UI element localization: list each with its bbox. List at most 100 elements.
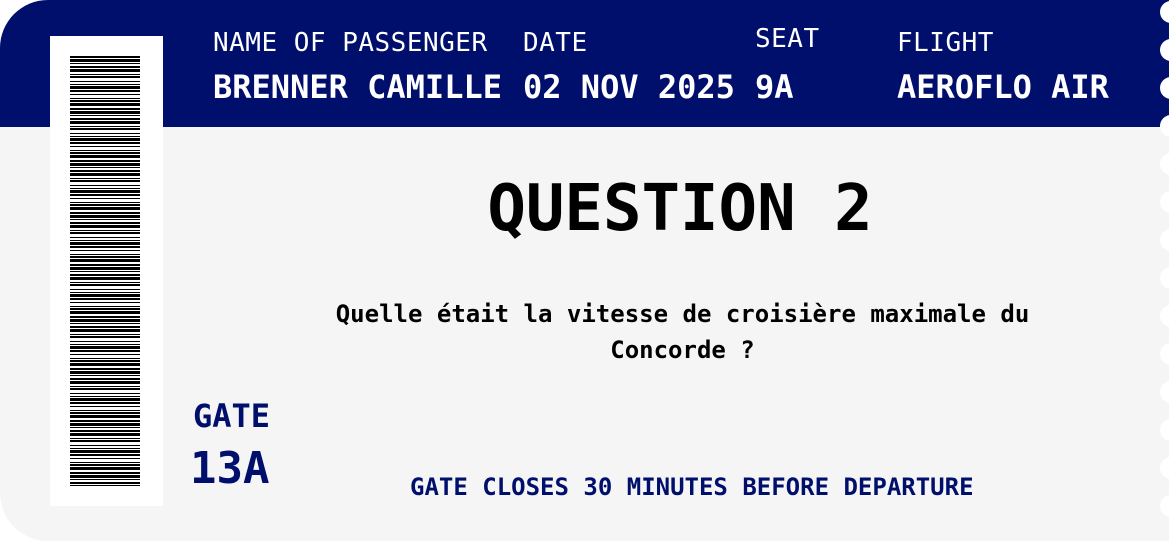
barcode-stripe <box>70 445 140 446</box>
barcode-stripe <box>70 406 140 407</box>
barcode-stripe <box>70 121 140 124</box>
barcode-stripe <box>70 378 140 380</box>
barcode-stripe <box>70 350 140 352</box>
barcode-stripe <box>70 63 140 64</box>
barcode-stripe <box>70 146 140 147</box>
barcode-stripe <box>70 86 140 89</box>
gate-value: 13A <box>190 443 270 494</box>
barcode-stripe <box>70 277 140 280</box>
gate-closing-notice: GATE CLOSES 30 MINUTES BEFORE DEPARTURE <box>410 473 974 501</box>
barcode-stripe <box>70 256 140 258</box>
barcode-stripe <box>70 479 140 480</box>
barcode-stripe <box>70 103 140 106</box>
barcode-stripe <box>70 482 140 484</box>
perforation-notch <box>1160 495 1169 517</box>
barcode-stripe <box>70 448 140 449</box>
barcode-stripe <box>70 311 140 314</box>
barcode-stripe <box>70 274 140 276</box>
question-text: Quelle était la vitesse de croisière max… <box>335 300 1030 364</box>
perforation-notch <box>1160 191 1169 213</box>
barcode-stripe <box>70 475 140 478</box>
flight-value: AEROFLO AIR <box>897 68 1109 106</box>
barcode-stripe <box>70 458 140 459</box>
gate-label: GATE <box>193 397 271 435</box>
barcode-stripe <box>70 188 140 189</box>
date-label: DATE <box>523 28 588 58</box>
barcode-stripe <box>70 254 140 255</box>
barcode-stripe <box>70 59 140 62</box>
barcode-stripe <box>70 152 140 154</box>
barcode-stripe <box>70 398 140 401</box>
barcode-stripe <box>70 259 140 262</box>
barcode-stripe <box>70 69 140 72</box>
ticket-header: NAME OF PASSENGER BRENNER CAMILLE DATE 0… <box>0 0 1169 127</box>
barcode-stripe <box>70 381 140 384</box>
barcode-stripe <box>70 138 140 141</box>
barcode-stripe <box>70 326 140 328</box>
barcode-stripe <box>70 204 140 206</box>
barcode-stripe <box>70 190 140 193</box>
barcode-stripe <box>70 194 140 196</box>
barcode-stripe <box>70 329 140 332</box>
barcode-stripe <box>70 430 140 432</box>
barcode-stripe <box>70 427 140 428</box>
perforation-notch <box>1160 153 1169 175</box>
barcode-stripe <box>70 454 140 456</box>
barcode-stripe <box>70 438 140 439</box>
barcode-stripe <box>70 316 140 318</box>
barcode-stripe <box>70 363 140 366</box>
barcode-stripe <box>70 56 140 58</box>
barcode-stripe <box>70 128 140 130</box>
perforation-notch <box>1160 381 1169 403</box>
barcode-stripe <box>70 358 140 359</box>
barcode-stripe <box>70 84 140 85</box>
barcode-stripe <box>70 433 140 436</box>
barcode-stripe <box>70 388 140 390</box>
barcode-stripe <box>70 74 140 75</box>
barcode-stripe <box>70 344 140 345</box>
barcode-stripe <box>70 292 140 293</box>
perforation-notch <box>1160 457 1169 479</box>
seat-value: 9A <box>755 68 794 106</box>
barcode-stripe <box>70 66 140 68</box>
barcode-stripe <box>70 386 140 387</box>
barcode-stripe <box>70 336 140 338</box>
barcode-stripe <box>70 250 140 251</box>
barcode-stripe <box>70 289 140 290</box>
barcode-stripe <box>70 163 140 166</box>
barcode-stripe <box>70 472 140 474</box>
barcode-stripe <box>70 282 140 283</box>
boarding-pass: NAME OF PASSENGER BRENNER CAMILLE DATE 0… <box>0 0 1169 541</box>
perforation-notch <box>1160 267 1169 289</box>
barcode-stripe <box>70 467 140 470</box>
barcode-stripe <box>70 115 140 116</box>
barcode-stripe <box>70 334 140 335</box>
barcode-stripe <box>70 219 140 220</box>
barcode-stripe <box>70 393 140 394</box>
barcode-stripe <box>70 230 140 231</box>
barcode-stripe <box>70 284 140 286</box>
barcode-stripe <box>70 410 140 411</box>
barcode-stripe <box>70 360 140 362</box>
barcode-stripe <box>70 264 140 266</box>
barcode-stripe <box>70 185 140 186</box>
barcode-stripe <box>70 420 140 422</box>
barcode-stripe <box>70 173 140 176</box>
barcode-stripe <box>70 126 140 127</box>
barcode-stripe <box>70 354 140 355</box>
barcode-stripe <box>70 142 140 144</box>
barcode-stripe <box>70 294 140 297</box>
barcode-stripe <box>70 375 140 376</box>
barcode-stripe <box>70 319 140 322</box>
barcode-stripe <box>70 170 140 172</box>
barcode-stripe <box>70 450 140 453</box>
barcode-stripe <box>70 306 140 307</box>
barcode-stripe <box>70 202 140 203</box>
barcode-stripe <box>70 242 140 245</box>
barcode-stripe <box>70 341 140 342</box>
barcode-stripe <box>70 271 140 272</box>
barcode-stripe <box>70 76 140 78</box>
barcode-stripe <box>70 308 140 310</box>
barcode-stripe <box>70 415 140 418</box>
barcode-stripe <box>70 81 140 82</box>
